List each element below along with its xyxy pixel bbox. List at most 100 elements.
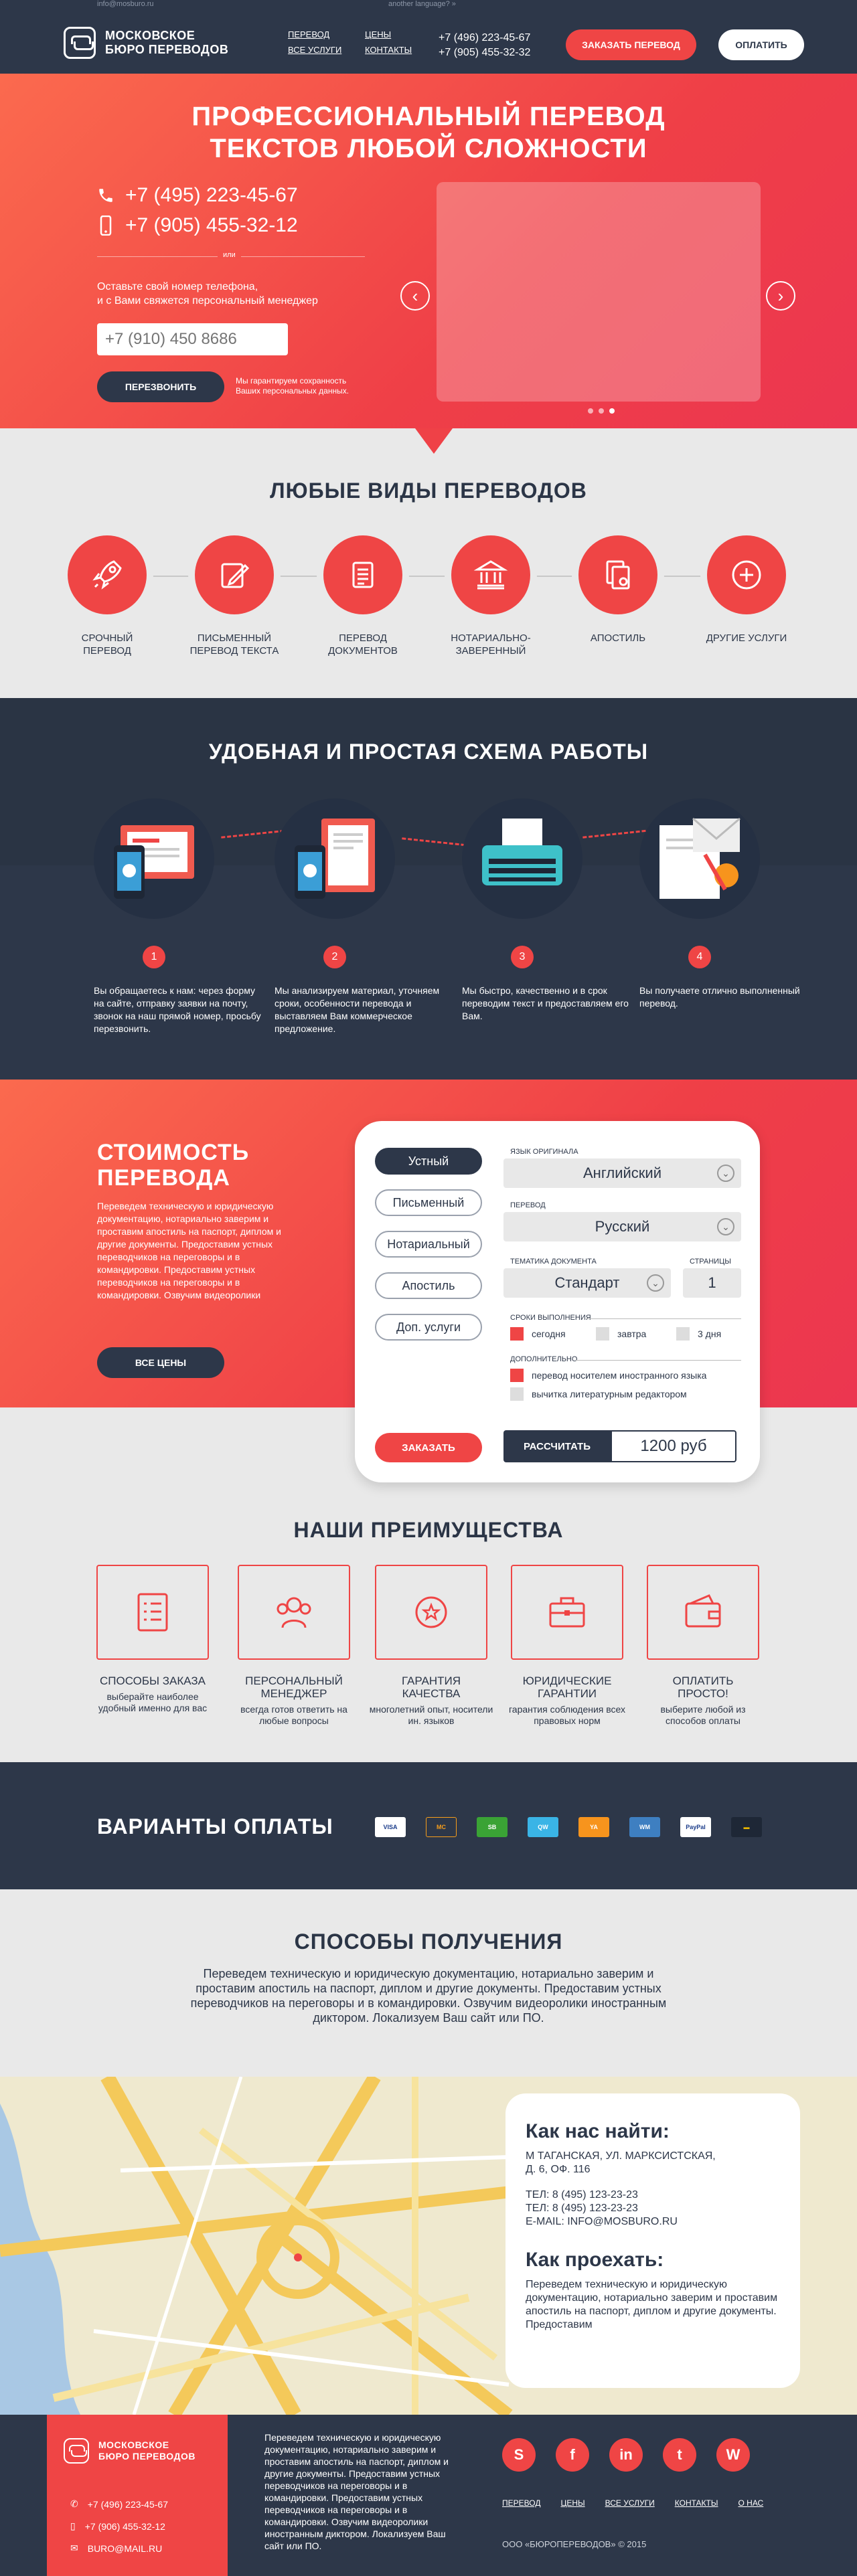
chevron-right-icon: › bbox=[777, 285, 784, 306]
type-notary-button[interactable]: Нотариальный bbox=[375, 1231, 482, 1258]
service-other[interactable]: ДРУГИЕ УСЛУГИ bbox=[683, 535, 810, 645]
contact-tel1[interactable]: ТЕЛ: 8 (495) 123-23-23 bbox=[526, 2188, 780, 2202]
term-today-checkbox[interactable]: сегодня bbox=[510, 1327, 566, 1341]
hero-slider bbox=[437, 182, 761, 402]
webmoney-icon[interactable]: WM bbox=[629, 1817, 660, 1837]
step-text: Мы быстро, качественно и в срок переводи… bbox=[462, 985, 629, 1021]
slider-dot-active[interactable] bbox=[609, 408, 615, 414]
advantage-personal-manager: ПЕРСОНАЛЬНЫЙ МЕНЕДЖЕР всегда готов ответи… bbox=[230, 1565, 358, 1727]
all-prices-button[interactable]: ВСЕ ЦЕНЫ bbox=[97, 1347, 224, 1378]
target-lang-label: ПЕРЕВОД bbox=[510, 1201, 546, 1209]
slider-dot[interactable] bbox=[588, 408, 593, 414]
yandex-money-icon[interactable]: YA bbox=[578, 1817, 609, 1837]
service-documents[interactable]: ПЕРЕВОД ДОКУМЕНТОВ bbox=[299, 535, 426, 657]
header-phone2[interactable]: +7 (905) 455-32-32 bbox=[439, 46, 530, 60]
scheme-step-2: 2 Мы анализируем материал, уточняем срок… bbox=[275, 798, 449, 1035]
footer-nav: ПЕРЕВОД ЦЕНЫ ВСЕ УСЛУГИ КОНТАКТЫ О НАС bbox=[502, 2498, 763, 2508]
extra-native-speaker-checkbox[interactable]: перевод носителем иностранного языка bbox=[510, 1369, 706, 1382]
service-apostille[interactable]: АПОСТИЛЬ bbox=[554, 535, 682, 645]
nav-item-translation[interactable]: ПЕРЕВОД bbox=[288, 29, 365, 39]
price-title: СТОИМОСТЬ ПЕРЕВОДА bbox=[97, 1140, 250, 1191]
mastercard-icon[interactable]: MC bbox=[426, 1817, 457, 1837]
header-phone1[interactable]: +7 (496) 223-45-67 bbox=[439, 31, 530, 46]
extra-proofreading-checkbox[interactable]: вычитка литературным редактором bbox=[510, 1387, 687, 1401]
slider-dot[interactable] bbox=[599, 408, 604, 414]
doc-type-select[interactable]: Стандарт ⌄ bbox=[503, 1268, 671, 1298]
payment-section: ВАРИАНТЫ ОПЛАТЫ VISA MC SB QW YA WM PayP… bbox=[0, 1762, 857, 1889]
linkedin-icon[interactable]: in bbox=[609, 2438, 643, 2472]
advantage-legal: ЮРИДИЧЕСКИЕ ГАРАНТИИ гарантия соблюдения … bbox=[503, 1565, 631, 1727]
type-apostille-button[interactable]: Апостиль bbox=[375, 1272, 482, 1299]
footer-logo[interactable]: МОСКОВСКОЕ БЮРО ПЕРЕВОДОВ bbox=[64, 2438, 196, 2464]
footer-nav-translation[interactable]: ПЕРЕВОД bbox=[502, 2498, 540, 2508]
type-written-button[interactable]: Письменный bbox=[375, 1189, 482, 1216]
paypal-icon[interactable]: PayPal bbox=[680, 1817, 711, 1837]
type-extra-button[interactable]: Доп. услуги bbox=[375, 1314, 482, 1341]
footer-phone2[interactable]: ▯ +7 (906) 455-32-12 bbox=[70, 2520, 165, 2532]
calc-order-button[interactable]: ЗАКАЗАТЬ bbox=[375, 1433, 482, 1462]
step-text: Вы обращаетесь к нам: через форму на сай… bbox=[94, 985, 261, 1034]
bank-card-icon[interactable]: ▬ bbox=[731, 1817, 762, 1837]
step-number: 2 bbox=[323, 946, 346, 968]
contact-tel2[interactable]: ТЕЛ: 8 (495) 123-23-23 bbox=[526, 2202, 780, 2215]
target-lang-select[interactable]: Русский ⌄ bbox=[503, 1212, 741, 1241]
language-link[interactable]: another language? » bbox=[388, 0, 456, 8]
delivery-section: СПОСОБЫ ПОЛУЧЕНИЯ Переведем техническую … bbox=[0, 1889, 857, 2077]
term-3days-checkbox[interactable]: 3 дня bbox=[676, 1327, 721, 1341]
order-translation-button[interactable]: ЗАКАЗАТЬ ПЕРЕВОД bbox=[566, 29, 696, 60]
typewriter-illustration bbox=[462, 798, 582, 919]
location-map[interactable]: Как нас найти: М ТАГАНСКАЯ, УЛ. МАРКСИСТ… bbox=[0, 2077, 857, 2415]
source-lang-select[interactable]: Английский ⌄ bbox=[503, 1158, 741, 1188]
hero-pointer bbox=[415, 428, 453, 454]
qiwi-icon[interactable]: QW bbox=[528, 1817, 558, 1837]
twitter-icon[interactable]: t bbox=[663, 2438, 696, 2472]
document-icon bbox=[352, 562, 374, 588]
slider-prev-arrow[interactable]: ‹ bbox=[400, 281, 430, 311]
footer-phone1[interactable]: ✆ +7 (496) 223-45-67 bbox=[70, 2498, 168, 2510]
nav-item-all-services[interactable]: ВСЕ УСЛУГИ bbox=[288, 45, 365, 55]
sberbank-icon[interactable]: SB bbox=[477, 1817, 508, 1837]
hero-phone1[interactable]: +7 (495) 223-45-67 bbox=[97, 184, 298, 207]
privacy-note: Мы гарантируем сохранность Ваших персона… bbox=[236, 376, 349, 396]
pen-document-icon bbox=[221, 563, 250, 588]
term-tomorrow-checkbox[interactable]: завтра bbox=[596, 1327, 646, 1341]
footer-brand: МОСКОВСКОЕ БЮРО ПЕРЕВОДОВ ✆ +7 (496) 223-… bbox=[47, 2415, 228, 2576]
pay-button[interactable]: ОПЛАТИТЬ bbox=[718, 29, 804, 60]
payment-methods: VISA MC SB QW YA WM PayPal ▬ bbox=[375, 1817, 762, 1837]
callback-button[interactable]: ПЕРЕЗВОНИТЬ bbox=[97, 371, 224, 402]
calculate-button[interactable]: РАССЧИТАТЬ bbox=[503, 1430, 611, 1462]
skype-icon[interactable]: S bbox=[502, 2438, 536, 2472]
whatsapp-icon[interactable]: W bbox=[716, 2438, 750, 2472]
nav-item-prices[interactable]: ЦЕНЫ bbox=[365, 29, 425, 39]
slider-next-arrow[interactable]: › bbox=[766, 281, 795, 311]
footer-email[interactable]: ✉ BURO@MAIL.RU bbox=[70, 2543, 162, 2554]
type-oral-button[interactable]: Устный bbox=[375, 1148, 482, 1175]
footer-nav-contacts[interactable]: КОНТАКТЫ bbox=[675, 2498, 718, 2508]
contacts: ТЕЛ: 8 (495) 123-23-23 ТЕЛ: 8 (495) 123-… bbox=[526, 2188, 780, 2229]
scheme-step-3: 3 Мы быстро, качественно и в срок перево… bbox=[462, 798, 636, 1023]
logo[interactable]: МОСКОВСКОЕ БЮРО ПЕРЕВОДОВ bbox=[64, 27, 228, 59]
footer-nav-prices[interactable]: ЦЕНЫ bbox=[560, 2498, 585, 2508]
visa-icon[interactable]: VISA bbox=[375, 1817, 406, 1837]
contact-email[interactable]: E-MAIL: INFO@MOSBURO.RU bbox=[526, 2215, 780, 2229]
footer-nav-all-services[interactable]: ВСЕ УСЛУГИ bbox=[605, 2498, 655, 2508]
nav-item-contacts[interactable]: КОНТАКТЫ bbox=[365, 45, 425, 55]
mobile-icon: ▯ bbox=[70, 2520, 76, 2531]
callback-phone-input[interactable] bbox=[97, 323, 288, 355]
footer-nav-about[interactable]: О НАС bbox=[738, 2498, 763, 2508]
services-section: ЛЮБЫЕ ВИДЫ ПЕРЕВОДОВ СРОЧНЫЙ ПЕРЕВОД ПИСЬ… bbox=[0, 428, 857, 698]
top-email[interactable]: info@mosburo.ru bbox=[97, 0, 154, 8]
facebook-icon[interactable]: f bbox=[556, 2438, 589, 2472]
service-written[interactable]: ПИСЬМЕННЫЙ ПЕРЕВОД ТЕКСТА bbox=[171, 535, 298, 657]
briefcase-icon bbox=[549, 1597, 585, 1628]
contacts-card: Как нас найти: М ТАГАНСКАЯ, УЛ. МАРКСИСТ… bbox=[505, 2093, 800, 2388]
hero-phone2[interactable]: +7 (905) 455-32-12 bbox=[97, 214, 298, 237]
service-notary[interactable]: НОТАРИАЛЬНО- ЗАВЕРЕННЫЙ bbox=[427, 535, 554, 657]
service-urgent[interactable]: СРОЧНЫЙ ПЕРЕВОД bbox=[44, 535, 171, 657]
chevron-down-icon: ⌄ bbox=[717, 1165, 734, 1182]
mail-icon: ✉ bbox=[70, 2543, 78, 2553]
pages-input[interactable]: 1 bbox=[683, 1268, 741, 1298]
advantages-title: НАШИ ПРЕИМУЩЕСТВА bbox=[293, 1518, 564, 1542]
price-calculator: Устный Письменный Нотариальный Апостиль … bbox=[355, 1121, 760, 1482]
footer-about: Переведем техническую и юридическую доку… bbox=[264, 2432, 449, 2551]
